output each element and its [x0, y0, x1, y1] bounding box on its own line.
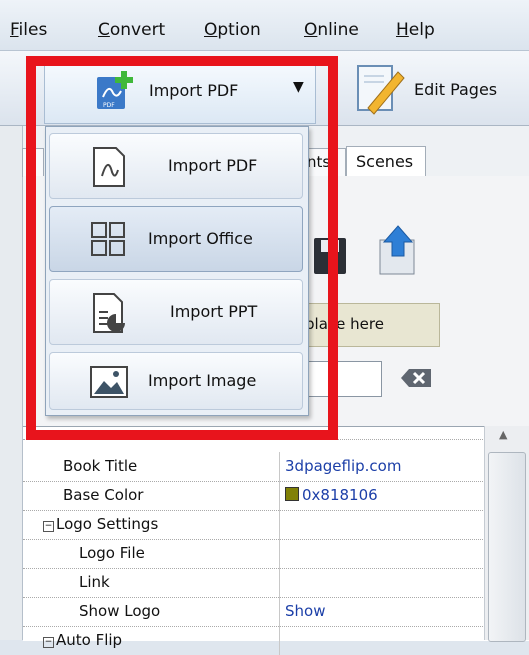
- highlight-frame: [26, 56, 338, 440]
- property-row[interactable]: Logo File: [23, 539, 483, 569]
- column-separator: [279, 539, 280, 568]
- property-key: Link: [79, 573, 110, 591]
- color-swatch: [285, 487, 299, 501]
- tab-scenes-label: Scenes: [356, 152, 414, 171]
- property-key: Book Title: [63, 457, 138, 475]
- scroll-up-icon[interactable]: ▲: [499, 428, 507, 441]
- menu-option[interactable]: Option: [204, 20, 261, 40]
- group-label: Auto Flip: [56, 631, 123, 649]
- property-row[interactable]: Link: [23, 568, 483, 598]
- property-group-row[interactable]: − Logo Settings: [23, 510, 483, 540]
- clear-icon[interactable]: [399, 367, 433, 389]
- property-group-row[interactable]: − Auto Flip: [23, 626, 483, 655]
- upload-icon[interactable]: [374, 224, 422, 276]
- edit-pages-button[interactable]: Edit Pages: [350, 62, 525, 120]
- color-value: 0x818106: [302, 486, 378, 504]
- column-separator: [279, 452, 280, 481]
- column-separator: [279, 626, 280, 655]
- property-row[interactable]: Base Color 0x818106: [23, 481, 483, 511]
- property-value-color: 0x818106: [285, 486, 378, 504]
- column-separator: [279, 568, 280, 597]
- collapse-icon[interactable]: −: [43, 637, 54, 648]
- property-grid: Book Title 3dpageflip.com Base Color 0x8…: [23, 426, 529, 655]
- property-value: Show: [285, 602, 326, 620]
- menu-online[interactable]: Online: [304, 20, 359, 40]
- property-key: Show Logo: [79, 602, 161, 620]
- group-label: Logo Settings: [56, 515, 159, 533]
- property-key: Logo File: [79, 544, 145, 562]
- property-group-key: − Auto Flip: [43, 631, 122, 649]
- menu-convert[interactable]: Convert: [98, 20, 165, 40]
- column-separator: [279, 597, 280, 626]
- column-separator: [279, 481, 280, 510]
- menu-help[interactable]: Help: [396, 20, 435, 40]
- property-row[interactable]: Book Title 3dpageflip.com: [23, 452, 483, 482]
- menu-bar: Files Convert Option Online Help: [0, 0, 529, 51]
- tab-scenes[interactable]: Scenes: [346, 146, 426, 177]
- panel-left-edge: [0, 126, 23, 640]
- collapse-icon[interactable]: −: [43, 521, 54, 532]
- menu-files[interactable]: Files: [10, 20, 47, 40]
- property-group-key: − Logo Settings: [43, 515, 158, 533]
- property-row[interactable]: Show Logo Show: [23, 597, 483, 627]
- scrollbar-thumb[interactable]: [488, 452, 526, 642]
- property-value: 3dpageflip.com: [285, 457, 402, 475]
- edit-pages-icon: [354, 62, 406, 118]
- edit-pages-label: Edit Pages: [414, 80, 498, 99]
- property-key: Base Color: [63, 486, 144, 504]
- column-separator: [279, 510, 280, 539]
